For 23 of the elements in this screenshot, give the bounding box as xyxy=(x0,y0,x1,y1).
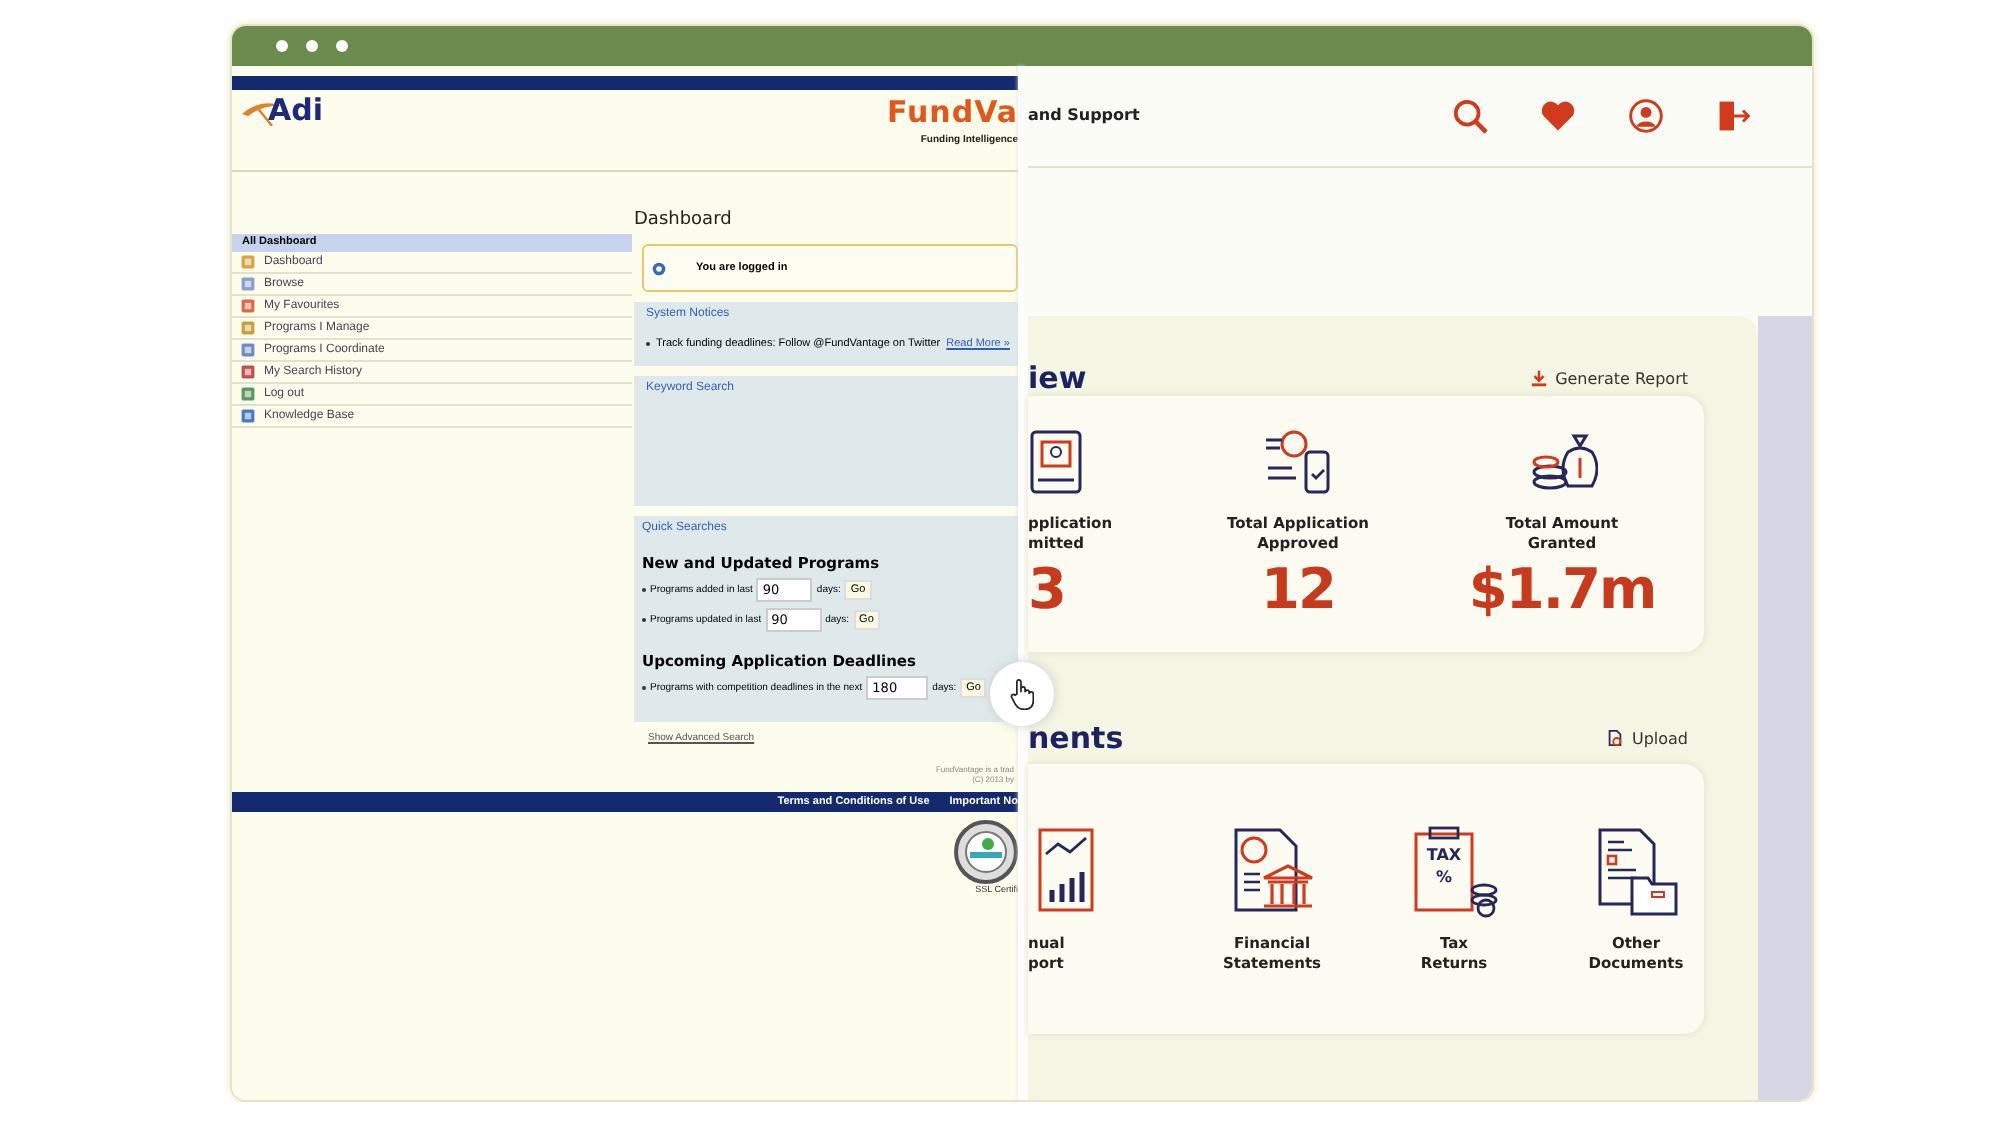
action-link[interactable]: Upload xyxy=(1605,728,1688,748)
logout-icon xyxy=(1715,98,1752,134)
heart-icon xyxy=(1539,98,1576,134)
logo-text: FundVa xyxy=(886,94,1018,130)
page-title: Dashboard xyxy=(634,210,734,234)
stat-value: $1.7m xyxy=(1468,556,1656,622)
user-icon xyxy=(1627,98,1664,134)
logo-text: Adi xyxy=(268,92,323,128)
seal-icon xyxy=(954,820,1018,884)
window-dot xyxy=(276,40,288,52)
window-dot xyxy=(306,40,318,52)
section-heading: iew xyxy=(1028,360,1087,396)
hand-cursor-icon xyxy=(1010,678,1034,710)
search-icon xyxy=(1451,98,1488,134)
window-dot xyxy=(336,40,348,52)
section-heading: nents xyxy=(1028,720,1124,756)
info-icon xyxy=(652,261,666,275)
nav-link[interactable]: and Support xyxy=(1028,105,1140,123)
stat-value: 12 xyxy=(1261,556,1335,622)
stat-value: 3 xyxy=(1028,556,1065,622)
action-link[interactable]: Generate Report xyxy=(1529,368,1688,388)
download-icon xyxy=(1529,368,1548,388)
upload-file-icon xyxy=(1605,728,1624,748)
